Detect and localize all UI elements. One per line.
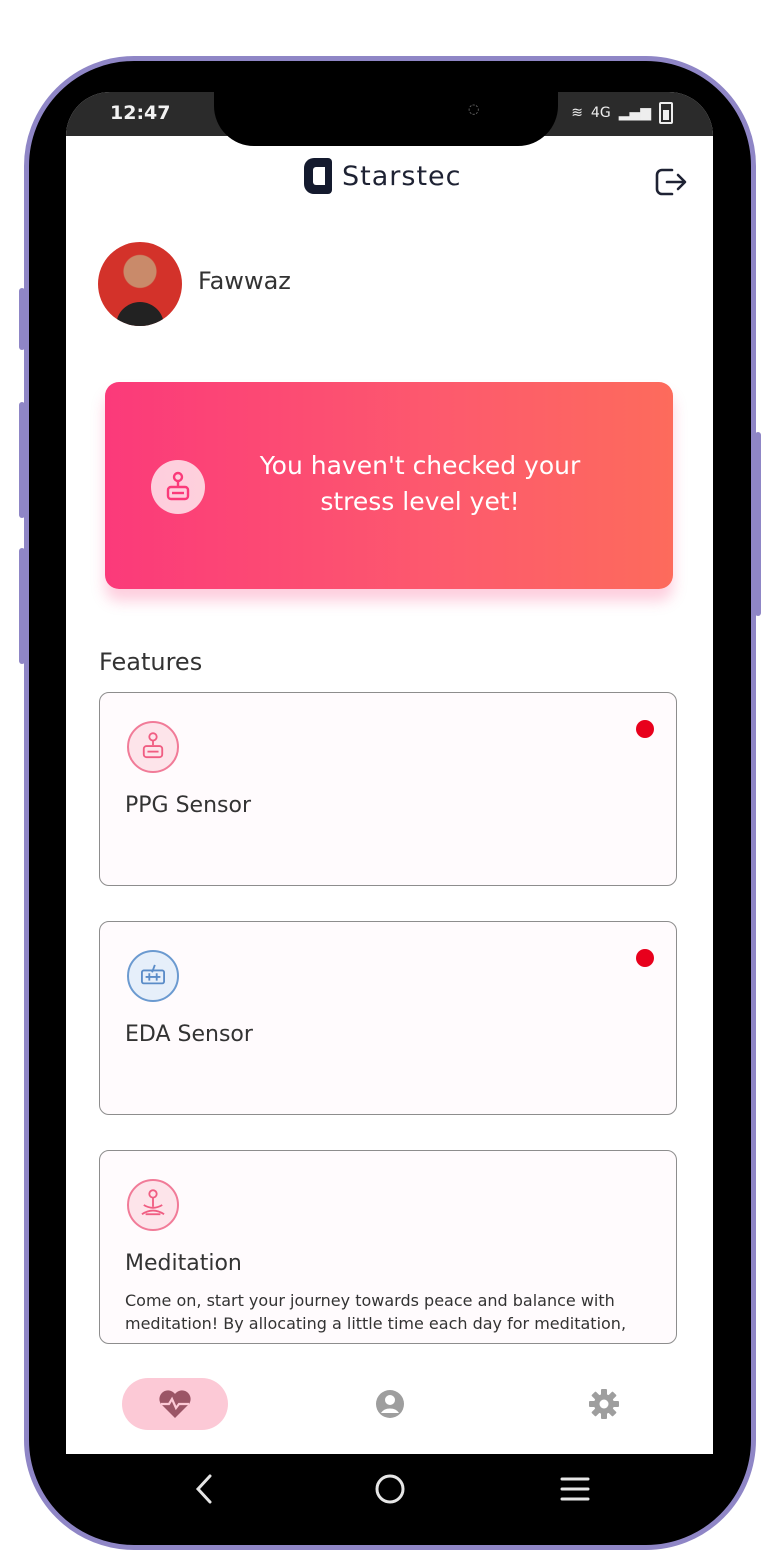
avatar[interactable] xyxy=(98,242,182,326)
banner-message: You haven't checked your stress level ye… xyxy=(259,451,581,516)
phone-side-button xyxy=(19,288,25,350)
camera-notch xyxy=(214,92,558,146)
bottom-navigation xyxy=(66,1364,713,1454)
app-screen: 12:47 ◌ ≋ 4G ▂▄▆ Starstec Fawwaz You hav… xyxy=(66,92,713,1454)
meditation-icon xyxy=(127,1179,179,1231)
app-header: Starstec xyxy=(66,152,713,212)
home-icon[interactable] xyxy=(373,1472,407,1506)
ppg-sensor-icon xyxy=(127,721,179,773)
battery-icon xyxy=(659,102,673,124)
notification-dot xyxy=(636,720,654,738)
logo-mark-icon xyxy=(304,158,332,194)
recent-apps-icon[interactable] xyxy=(558,1474,592,1504)
feature-title: Meditation xyxy=(125,1251,242,1276)
feature-card-ppg-sensor[interactable]: PPG Sensor xyxy=(99,692,677,886)
feature-card-meditation[interactable]: Meditation Come on, start your journey t… xyxy=(99,1150,677,1344)
status-icons: ≋ 4G ▂▄▆ xyxy=(571,102,673,124)
brand-name: Starstec xyxy=(342,160,462,192)
profile-icon[interactable] xyxy=(370,1384,410,1424)
phone-side-button xyxy=(19,548,25,664)
brand-logo: Starstec xyxy=(304,158,461,194)
feature-title: EDA Sensor xyxy=(125,1022,253,1047)
phone-side-button xyxy=(755,432,761,616)
back-icon[interactable] xyxy=(190,1472,216,1506)
logout-icon[interactable] xyxy=(650,162,690,202)
phone-side-button xyxy=(19,402,25,518)
feature-title: PPG Sensor xyxy=(125,793,251,818)
notification-dot xyxy=(636,949,654,967)
system-navigation-bar xyxy=(66,1454,713,1524)
stress-check-banner[interactable]: You haven't checked your stress level ye… xyxy=(105,382,673,589)
heart-pulse-icon xyxy=(159,1390,191,1418)
status-bar: 12:47 ◌ ≋ 4G ▂▄▆ xyxy=(66,92,713,146)
eda-sensor-icon xyxy=(127,950,179,1002)
nav-item-health[interactable] xyxy=(122,1378,228,1430)
user-name: Fawwaz xyxy=(198,267,291,295)
camera-icon: ◌ xyxy=(468,102,480,117)
stress-sensor-icon xyxy=(151,460,205,514)
feature-card-eda-sensor[interactable]: EDA Sensor xyxy=(99,921,677,1115)
features-heading: Features xyxy=(99,648,203,676)
signal-icon: ▂▄▆ xyxy=(618,105,651,121)
status-time: 12:47 xyxy=(110,102,171,124)
network-type: 4G xyxy=(590,105,611,121)
feature-description: Come on, start your journey towards peac… xyxy=(125,1291,627,1333)
wifi-icon: ≋ xyxy=(571,105,583,121)
settings-icon[interactable] xyxy=(584,1384,624,1424)
